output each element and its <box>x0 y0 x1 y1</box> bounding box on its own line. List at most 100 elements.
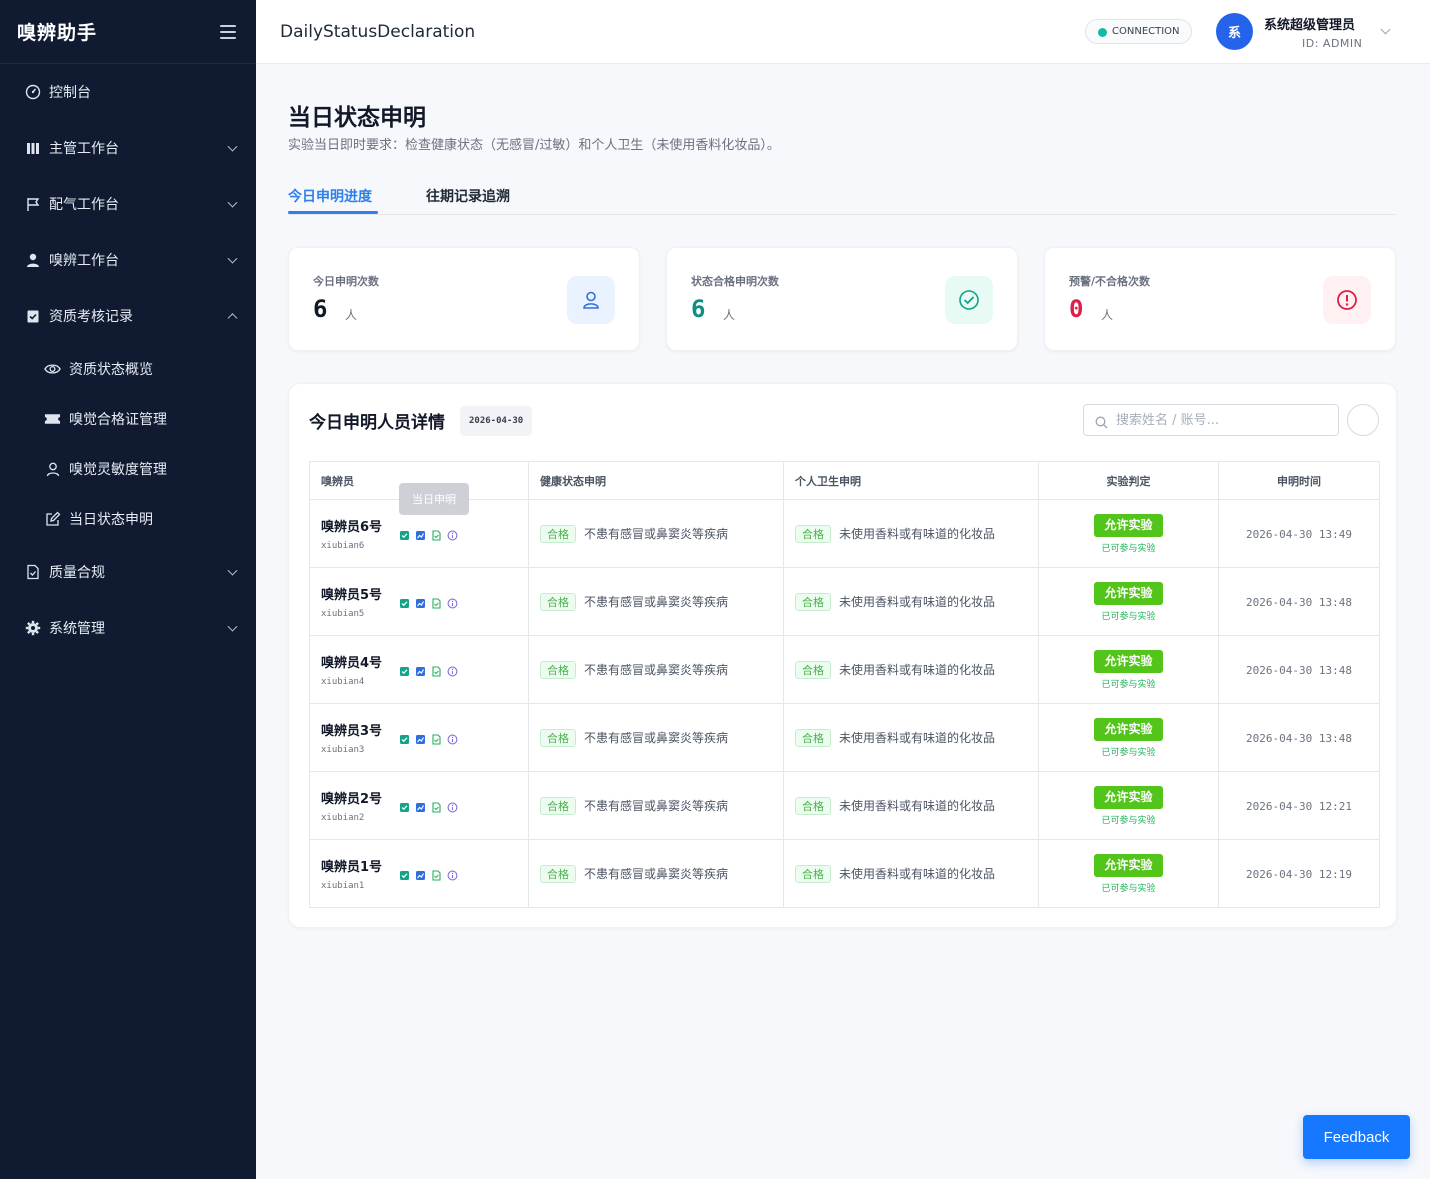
row-action-icons <box>399 870 458 881</box>
allow-experiment-badge: 允许实验 <box>1094 581 1163 605</box>
user-outline-icon <box>44 461 61 478</box>
clipboard-check-mini-icon[interactable] <box>399 598 410 609</box>
document-mini-icon[interactable] <box>431 802 442 813</box>
row-action-icons <box>399 734 458 745</box>
header-title: DailyStatusDeclaration <box>280 21 476 42</box>
clipboard-check-mini-icon[interactable] <box>399 530 410 541</box>
sidebar-item-label: 系统管理 <box>49 621 105 637</box>
sidebar-item-system-admin[interactable]: 系统管理 <box>0 600 256 656</box>
clipboard-check-mini-icon[interactable] <box>399 802 410 813</box>
table-row: 嗅辨员1号 xiubian1 合格 不患有感冒或鼻窦炎等疾病 合格 未使用香料或有味道的化… <box>309 839 1380 908</box>
chevron-down-icon <box>227 253 238 264</box>
eye-icon <box>44 361 61 378</box>
chart-mini-icon[interactable] <box>415 802 426 813</box>
panelist-cell: 嗅辨员5号 xiubian5 <box>309 567 529 636</box>
sidebar-item-dashboard[interactable]: 控制台 <box>0 64 256 120</box>
active-tab-indicator <box>288 211 378 214</box>
status-badge: 合格 <box>795 864 831 883</box>
tooltip: 当日申明 <box>399 483 469 515</box>
declaration-panel: 今日申明人员详情 2026-04-30 嗅辨员 健康状态申明 个人卫生申明 实验… <box>288 383 1397 928</box>
declaration-time: 2026-04-30 13:48 <box>1246 663 1352 677</box>
user-id: ID: ADMIN <box>1302 37 1363 50</box>
chart-mini-icon[interactable] <box>415 530 426 541</box>
search-box[interactable] <box>1083 404 1339 436</box>
stat-card-total: 今日申明次数 6 人 <box>288 247 640 351</box>
chart-mini-icon[interactable] <box>415 734 426 745</box>
info-mini-icon[interactable] <box>447 666 458 677</box>
verdict-subtext: 已可参与实验 <box>1101 543 1156 554</box>
sidebar-subitem-daily-declaration[interactable]: 当日状态申明 <box>0 494 256 544</box>
sidebar-item-quality-compliance[interactable]: 质量合规 <box>0 544 256 600</box>
clipboard-check-mini-icon[interactable] <box>399 734 410 745</box>
menu-collapse-icon[interactable] <box>220 24 238 39</box>
sidebar-brand: 嗅辨助手 <box>0 0 256 64</box>
health-text: 不患有感冒或鼻窦炎等疾病 <box>584 526 729 541</box>
sidebar-item-label: 资质考核记录 <box>49 309 133 325</box>
sidebar-item-label: 主管工作台 <box>49 141 119 157</box>
health-cell: 合格 不患有感冒或鼻窦炎等疾病 <box>528 771 784 840</box>
sidebar-subitem-certificate[interactable]: 嗅觉合格证管理 <box>0 394 256 444</box>
verdict-cell: 允许实验已可参与实验 <box>1038 499 1219 568</box>
stat-value: 6 <box>691 295 706 323</box>
column-header: 申明时间 <box>1218 461 1380 500</box>
chart-mini-icon[interactable] <box>415 870 426 881</box>
chevron-down-icon[interactable] <box>1380 24 1391 35</box>
hygiene-text: 未使用香料或有味道的化妆品 <box>839 730 996 745</box>
document-mini-icon[interactable] <box>431 870 442 881</box>
clipboard-check-mini-icon[interactable] <box>399 870 410 881</box>
allow-experiment-badge: 允许实验 <box>1094 513 1163 537</box>
document-mini-icon[interactable] <box>431 598 442 609</box>
health-text: 不患有感冒或鼻窦炎等疾病 <box>584 866 729 881</box>
chevron-down-icon <box>227 141 238 152</box>
sidebar-item-supervisor[interactable]: 主管工作台 <box>0 120 256 176</box>
sidebar-subitem-qualification-overview[interactable]: 资质状态概览 <box>0 344 256 394</box>
check-circle-icon <box>945 276 993 324</box>
declaration-time: 2026-04-30 12:19 <box>1246 867 1352 881</box>
sidebar-item-smell-panel[interactable]: 嗅辨工作台 <box>0 232 256 288</box>
info-mini-icon[interactable] <box>447 530 458 541</box>
sidebar-item-qualification-records[interactable]: 资质考核记录 <box>0 288 256 344</box>
sidebar-nav: 控制台 主管工作台 配气工作台 嗅辨工作台 资质考核记录 资质状态概览 嗅觉合格… <box>0 64 256 656</box>
info-mini-icon[interactable] <box>447 734 458 745</box>
info-mini-icon[interactable] <box>447 802 458 813</box>
document-mini-icon[interactable] <box>431 666 442 677</box>
chart-mini-icon[interactable] <box>415 666 426 677</box>
document-mini-icon[interactable] <box>431 530 442 541</box>
table-row: 嗅辨员4号 xiubian4 合格 不患有感冒或鼻窦炎等疾病 合格 未使用香料或有味道的化… <box>309 635 1380 704</box>
row-action-icons <box>399 530 458 541</box>
info-mini-icon[interactable] <box>447 598 458 609</box>
ticket-icon <box>44 411 61 428</box>
declaration-time: 2026-04-30 13:49 <box>1246 527 1352 541</box>
health-text: 不患有感冒或鼻窦炎等疾病 <box>584 594 729 609</box>
document-mini-icon[interactable] <box>431 734 442 745</box>
chevron-down-icon <box>227 621 238 632</box>
feedback-button[interactable]: Feedback <box>1303 1115 1410 1159</box>
tab-history-records[interactable]: 往期记录追溯 <box>426 186 510 206</box>
verdict-cell: 允许实验 已可参与实验 <box>1038 567 1219 636</box>
sidebar-subitem-sensitivity[interactable]: 嗅觉灵敏度管理 <box>0 444 256 494</box>
row-action-icons <box>399 802 458 813</box>
edit-icon <box>44 511 61 528</box>
info-mini-icon[interactable] <box>447 870 458 881</box>
hygiene-cell: 合格 未使用香料或有味道的化妆品 <box>783 635 1039 704</box>
refresh-button[interactable] <box>1347 404 1379 436</box>
search-input[interactable] <box>1116 405 1326 435</box>
sidebar-item-gas-mixing[interactable]: 配气工作台 <box>0 176 256 232</box>
time-cell: 2026-04-30 12:21 <box>1218 771 1380 840</box>
panelist-account: xiubian5 <box>321 609 365 619</box>
main-content: 当日状态申明 实验当日即时要求：检查健康状态（无感冒/过敏）和个人卫生（未使用香… <box>256 64 1430 1179</box>
sidebar-subitem-label: 当日状态申明 <box>69 512 153 528</box>
user-name[interactable]: 系统超级管理员 <box>1264 14 1355 33</box>
stat-value: 6 <box>313 295 328 323</box>
connection-status-badge: CONNECTION <box>1085 19 1192 44</box>
alert-circle-icon <box>1323 276 1371 324</box>
clipboard-check-mini-icon[interactable] <box>399 666 410 677</box>
column-header: 个人卫生申明 <box>783 461 1039 500</box>
hygiene-cell: 合格 未使用香料或有味道的化妆品 <box>783 703 1039 772</box>
user-icon <box>24 252 41 269</box>
avatar[interactable]: 系 <box>1216 13 1253 50</box>
tab-today-progress[interactable]: 今日申明进度 <box>288 186 372 206</box>
column-header: 健康状态申明 <box>528 461 784 500</box>
panelist-account: xiubian4 <box>321 677 365 687</box>
chart-mini-icon[interactable] <box>415 598 426 609</box>
